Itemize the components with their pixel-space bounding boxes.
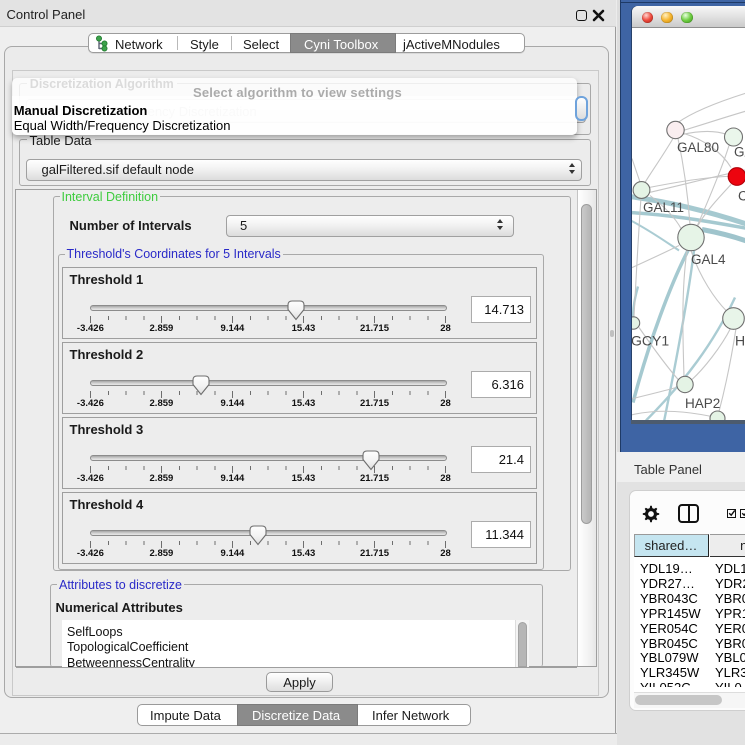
svg-text:H: H xyxy=(735,332,745,348)
svg-text:GAL4: GAL4 xyxy=(691,252,726,267)
svg-text:GAL11: GAL11 xyxy=(643,200,684,215)
svg-text:GAL80: GAL80 xyxy=(677,140,719,155)
svg-text:HAP2: HAP2 xyxy=(685,396,720,411)
svg-text:GCY1: GCY1 xyxy=(632,332,669,348)
svg-text:C: C xyxy=(738,188,745,203)
svg-text:GA: GA xyxy=(734,144,745,159)
